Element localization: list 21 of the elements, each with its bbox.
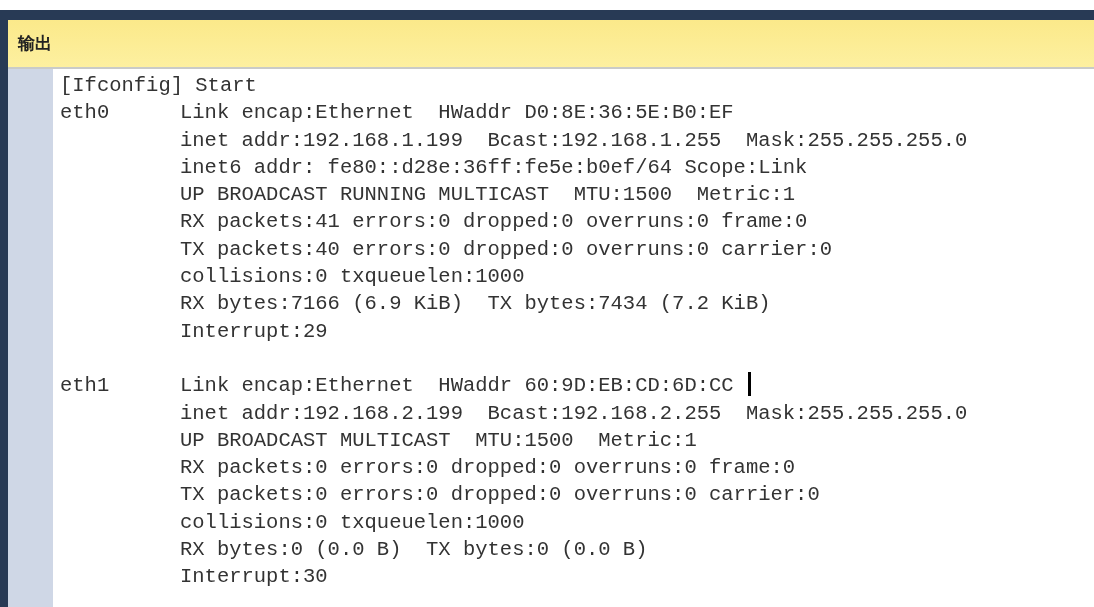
output-line: RX bytes:7166 (6.9 KiB) TX bytes:7434 (7.2 KiB) (180, 291, 771, 318)
output-line: RX packets:41 errors:0 dropped:0 overruns:0 frame:0 (180, 209, 808, 236)
output-line: collisions:0 txqueuelen:1000 (180, 264, 525, 291)
output-line: UP BROADCAST RUNNING MULTICAST MTU:1500 Metric:1 (180, 182, 796, 209)
output-line: inet6 addr: fe80::d28e:36ff:fe5e:b0ef/64 Scope:Link (180, 154, 808, 181)
output-line: [Ifconfig] Start (60, 73, 257, 99)
output-line: TX packets:0 errors:0 dropped:0 overruns:0 carrier:0 (180, 482, 820, 509)
output-line: UP BROADCAST MULTICAST MTU:1500 Metric:1 (180, 427, 697, 454)
interface-name: eth0 (60, 100, 111, 127)
panel-title: 输出 (18, 32, 52, 55)
output-line: Link encap:Ethernet HWaddr 60:9D:EB:CD:6D:CC (180, 373, 734, 400)
output-line: RX bytes:0 (0.0 B) TX bytes:0 (0.0 B) (180, 537, 648, 564)
output-line: RX packets:0 errors:0 dropped:0 overruns:0 frame:0 (180, 455, 796, 482)
output-line: Interrupt:29 (180, 318, 328, 345)
output-line: inet addr:192.168.1.199 Bcast:192.168.1.255 Mask:255.255.255.0 (180, 127, 968, 154)
output-line: Interrupt:30 (180, 564, 328, 591)
output-line: Link encap:Ethernet HWaddr D0:8E:36:5E:B0:EF (180, 100, 734, 127)
output-line: inet addr:192.168.2.199 Bcast:192.168.2.255 Mask:255.255.255.0 (180, 400, 968, 427)
interface-name: eth1 (60, 373, 111, 400)
output-line: TX packets:40 errors:0 dropped:0 overruns:0 carrier:0 (180, 236, 832, 263)
output-line: collisions:0 txqueuelen:1000 (180, 509, 525, 536)
